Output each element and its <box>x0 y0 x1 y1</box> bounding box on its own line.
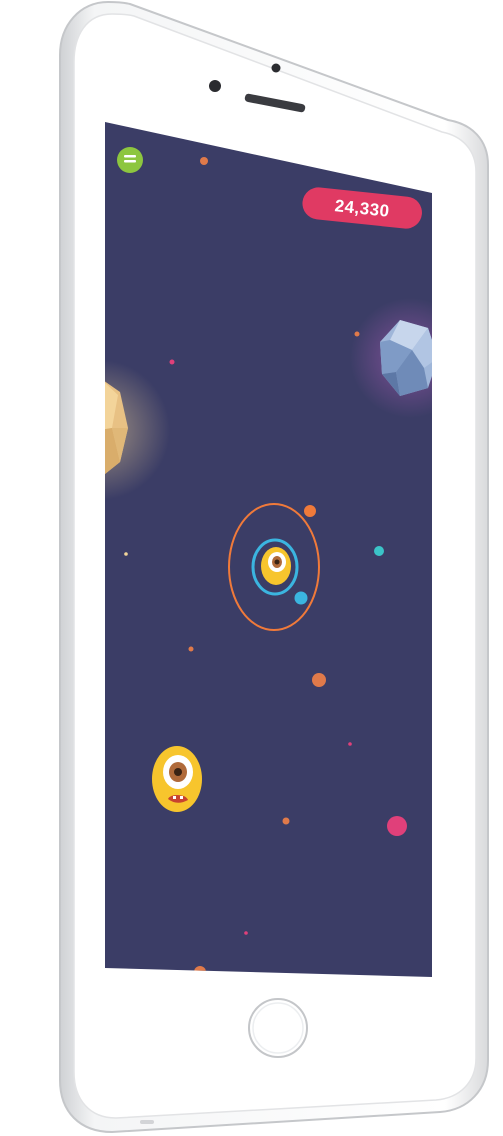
pink-planet <box>387 816 407 836</box>
star-particle <box>374 546 384 556</box>
home-button-icon[interactable] <box>248 998 308 1058</box>
star-particle <box>282 817 290 825</box>
front-sensor <box>271 63 281 73</box>
monster-tooth <box>180 796 183 799</box>
camera-icon <box>209 80 221 92</box>
star-particle <box>188 646 194 652</box>
star-particle <box>312 673 326 687</box>
menu-button[interactable] <box>117 147 143 173</box>
star-particle <box>354 331 360 337</box>
device-stage: 24,330 <box>0 0 503 1136</box>
star-particle <box>124 552 128 556</box>
star-particle <box>348 742 352 746</box>
orbit-satellite-blue <box>294 591 308 605</box>
phone-mockup: 24,330 <box>59 0 489 1134</box>
star-particle <box>169 359 175 365</box>
monster-tooth <box>173 796 176 799</box>
monster-eye-pupil <box>274 559 280 565</box>
device-port <box>140 1120 154 1124</box>
monster-eye-pupil <box>174 768 182 776</box>
star-particle <box>200 157 208 165</box>
orbit-satellite-orange <box>304 505 316 517</box>
star-particle <box>244 931 248 935</box>
monster-character[interactable] <box>152 746 202 812</box>
